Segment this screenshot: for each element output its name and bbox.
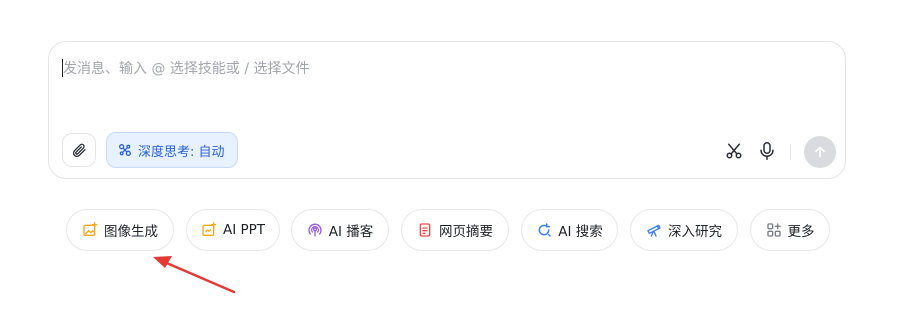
chip-ai-search[interactable]: AI 搜索 [521,209,618,251]
chip-label: 更多 [787,224,815,240]
page-title-partial [330,0,590,6]
deep-think-icon [119,144,131,156]
search-icon [538,223,551,237]
more-grid-icon [766,223,781,237]
chip-deep-research[interactable]: 深入研究 [630,209,738,251]
chip-label: 深入研究 [668,224,722,240]
attach-file-button[interactable] [62,133,96,167]
microphone-icon[interactable] [758,141,776,161]
toolbar-divider [790,144,791,160]
chip-label: AI 搜索 [558,224,603,240]
paperclip-icon [72,143,86,158]
arrow-up-icon [815,146,825,158]
ppt-icon [202,222,217,236]
image-gen-icon [83,222,98,236]
send-button[interactable] [804,136,836,168]
podcast-icon [308,223,322,237]
chip-label: AI PPT [222,222,266,238]
chip-label: 图像生成 [104,224,158,240]
scissors-icon[interactable] [725,142,743,160]
chip-ai-ppt[interactable]: AI PPT [186,209,280,251]
chip-web-summary[interactable]: 网页摘要 [401,209,509,251]
chip-more[interactable]: 更多 [750,209,830,251]
telescope-icon [647,224,661,237]
web-summary-icon [419,223,431,237]
chip-ai-podcast[interactable]: AI 播客 [291,209,389,251]
message-input[interactable]: 发消息、输入 @ 选择技能或 / 选择文件 [63,58,310,78]
message-composer[interactable]: 发消息、输入 @ 选择技能或 / 选择文件 深度思考: 自动 [48,41,846,179]
chip-image-generation[interactable]: 图像生成 [66,209,174,251]
chip-label: AI 播客 [328,224,374,240]
deep-think-label: 深度思考: 自动 [138,144,225,160]
chip-label: 网页摘要 [439,224,493,240]
deep-think-toggle[interactable]: 深度思考: 自动 [106,132,238,168]
